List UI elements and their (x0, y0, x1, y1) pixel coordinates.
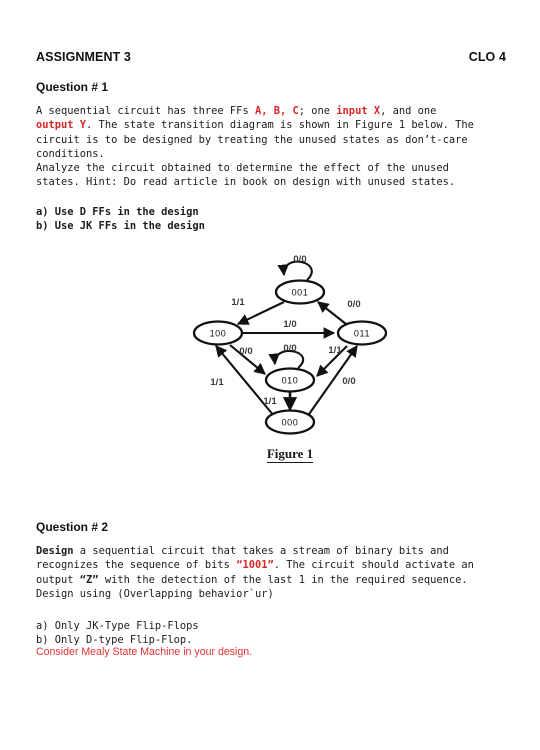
question-1-heading: Question # 1 (36, 80, 109, 94)
edge-001-to-100 (236, 301, 285, 325)
question-1-option-b: b) Use JK FFs in the design (36, 220, 205, 233)
state-label-010: 010 (282, 376, 299, 386)
question-2-options: a) Only JK-Type Flip-Flops b) Only D-typ… (36, 619, 514, 648)
state-label-000: 000 (282, 418, 299, 428)
state-node-100: 100 (192, 320, 244, 346)
label-edge-010-to-000: 1/1 (263, 396, 277, 407)
question-1-option-a: a) Use D FFs in the design (36, 206, 199, 218)
state-transition-diagram: 001 100 011 010 000 0/0 1/1 0/0 1/0 0/0 … (150, 250, 430, 480)
clo-label: CLO 4 (468, 50, 506, 64)
mealy-note: Consider Mealy State Machine in your des… (36, 646, 253, 658)
question-1-options: a) Use D FFs in the design b) Use JK FFs… (36, 205, 514, 234)
question-2-paragraph: Design a sequential circuit that takes a… (36, 545, 474, 600)
question-2-option-a: a) Only JK-Type Flip-Flops (36, 620, 199, 632)
state-diagram-svg: 001 100 011 010 000 0/0 1/1 0/0 1/0 0/0 … (192, 254, 388, 435)
label-edge-011-to-010: 1/1 (328, 345, 342, 356)
state-node-011: 011 (336, 320, 388, 346)
edge-011-to-001 (317, 301, 347, 325)
label-edge-011-to-001: 0/0 (347, 299, 360, 310)
label-edge-000-to-011: 0/0 (342, 376, 355, 387)
question-2-option-b: b) Only D-type Flip-Flop. (36, 634, 193, 647)
figure-caption: Figure 1 (150, 446, 430, 463)
state-node-010: 010 (264, 367, 316, 393)
label-edge-100-to-011: 1/0 (283, 319, 296, 330)
label-edge-001-to-100: 1/1 (231, 297, 245, 308)
document-page: ASSIGNMENT 3 CLO 4 Question # 1 A sequen… (0, 0, 540, 750)
state-node-000: 000 (264, 409, 316, 435)
state-label-100: 100 (210, 329, 227, 339)
state-label-011: 011 (354, 329, 370, 339)
label-edge-000-to-100: 1/1 (210, 377, 224, 388)
state-node-001: 001 (274, 279, 326, 305)
document-header: ASSIGNMENT 3 CLO 4 (36, 50, 506, 64)
question-2-heading: Question # 2 (36, 520, 109, 534)
figure-caption-text: Figure 1 (266, 446, 314, 463)
label-edge-100-to-010: 0/0 (239, 346, 252, 357)
assignment-title: ASSIGNMENT 3 (36, 50, 131, 64)
label-self-loop-010: 0/0 (283, 343, 296, 354)
state-label-001: 001 (292, 288, 309, 298)
question-1-paragraph: A sequential circuit has three FFs A, B,… (36, 105, 474, 189)
label-self-loop-001: 0/0 (293, 254, 306, 265)
